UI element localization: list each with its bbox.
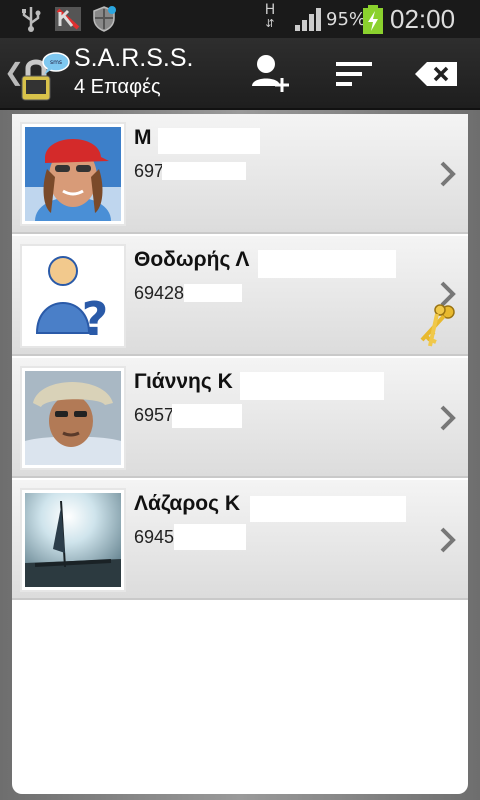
app-title: S.A.R.S.S. [74, 44, 194, 72]
contact-name: Θοδωρής Λ [134, 248, 250, 271]
redaction-block [162, 162, 246, 180]
redaction-block [184, 284, 242, 302]
contact-count: 4 Επαφές [74, 76, 161, 98]
contact-row[interactable]: Λάζαρος Κ 6945 [12, 480, 468, 600]
contact-phone: 6945 [134, 527, 175, 547]
man-bucket-hat-photo [25, 371, 121, 465]
redaction-block [172, 404, 242, 428]
add-contact-button[interactable] [246, 52, 294, 96]
battery-percent: 95% [326, 9, 367, 30]
unknown-person-placeholder-icon: ? [25, 249, 121, 343]
contact-photo [20, 488, 126, 592]
contact-photo [20, 122, 126, 226]
redaction-block [258, 250, 396, 278]
clear-button[interactable] [412, 52, 460, 96]
contact-row[interactable]: ? Θοδωρής Λ 69428 [12, 236, 468, 356]
shield-icon [93, 6, 116, 32]
chevron-right-icon[interactable] [438, 526, 458, 554]
redaction-block [240, 372, 384, 400]
contact-row[interactable]: Γιάννης Κ 6957 [12, 358, 468, 478]
contact-photo [20, 366, 126, 470]
contact-photo: ? [20, 244, 126, 348]
svg-text:?: ? [82, 292, 109, 343]
contact-name: Γιάννης Κ [134, 370, 233, 393]
woman-red-cap-photo [25, 127, 121, 221]
status-bar: H ⇵ 95% 02:00 [0, 0, 480, 38]
redaction-block [174, 524, 246, 550]
contact-phone: 69428 [134, 283, 185, 303]
usb-icon [22, 7, 41, 32]
clock: 02:00 [390, 4, 456, 34]
chevron-right-icon[interactable] [438, 160, 458, 188]
add-contact-icon [252, 55, 289, 92]
contact-phone: 6957 [134, 405, 175, 425]
sort-icon [336, 62, 372, 86]
action-bar: ❮ sms S.A.R.S.S. 4 Επαφές [0, 38, 480, 110]
contact-name: Λάζαρος Κ [134, 492, 241, 515]
keys-icon [420, 304, 455, 347]
contact-list: Μ 697 ? Θοδωρής Λ 69428 Γιάννης Κ 6957 Λ… [12, 114, 468, 794]
signal-icon [295, 8, 321, 31]
network-type-indicator: H ⇵ [264, 2, 276, 30]
svg-text:sms: sms [50, 59, 62, 66]
contact-row[interactable]: Μ 697 [12, 114, 468, 234]
battery-charging-icon [363, 5, 383, 34]
sort-button[interactable] [330, 52, 378, 96]
missed-call-icon [55, 7, 81, 31]
lock-app-icon[interactable]: sms [14, 48, 70, 104]
redaction-block [250, 496, 406, 522]
sailboat-sunset-photo [25, 493, 121, 587]
chevron-right-icon[interactable] [438, 404, 458, 432]
contact-name: Μ [134, 126, 152, 149]
redaction-block [158, 128, 260, 154]
contact-phone: 697 [134, 161, 165, 181]
clear-icon [415, 62, 457, 86]
